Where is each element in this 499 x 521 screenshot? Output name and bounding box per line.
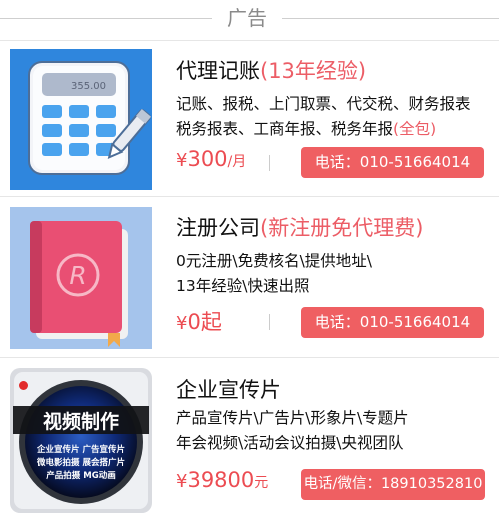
ad-price: ¥0起 xyxy=(176,310,222,334)
section-title: 广告 xyxy=(227,6,267,30)
ad-card-corporate-video[interactable]: 视频制作 企业宣传片 广告宣传片 微电影拍摄 展会搭广片 产品拍摄 MG动画 企… xyxy=(0,357,499,521)
video-production-icon[interactable]: 视频制作 企业宣传片 广告宣传片 微电影拍摄 展会搭广片 产品拍摄 MG动画 xyxy=(10,368,152,513)
call-wechat-button[interactable]: 电话/微信：18910352810 xyxy=(301,469,485,500)
ad-description-line-1: 记账、报税、上门取票、代交税、财务报表 xyxy=(176,95,471,113)
thumb-row-2: 微电影拍摄 展会搭广片 xyxy=(36,457,125,468)
call-button[interactable]: 电话：010-51664014 xyxy=(301,147,484,178)
thumb-row-1: 企业宣传片 广告宣传片 xyxy=(36,444,125,455)
ad-description-line-2: 年会视频\活动会议拍摄\央视团队 xyxy=(176,434,404,452)
header-divider-right xyxy=(282,18,499,19)
header-divider-left xyxy=(0,18,212,19)
thumb-title: 视频制作 xyxy=(43,410,119,433)
ad-title[interactable]: 代理记账(13年经验) xyxy=(176,57,366,85)
ad-description-line-1: 产品宣传片\广告片\形象片\专题片 xyxy=(176,409,409,427)
price-divider xyxy=(269,314,270,330)
thumb-row-3: 产品拍摄 MG动画 xyxy=(46,470,115,481)
ad-description-line-2: 13年经验\快速出照 xyxy=(176,277,310,295)
ad-description-line-1: 0元注册\免费核名\提供地址\ xyxy=(176,252,373,270)
registered-book-icon[interactable]: R xyxy=(10,207,152,349)
ad-description-line-2: 税务报表、工商年报、税务年报(全包) xyxy=(176,120,437,138)
ad-section-header: 广告 xyxy=(0,0,499,36)
ad-card-bookkeeping[interactable]: 355.00 代理记账(13年经验) 记账、报税、上门取票、代交税、财务报表 税… xyxy=(0,40,499,195)
calculator-display: 355.00 xyxy=(71,81,106,92)
call-button[interactable]: 电话：010-51664014 xyxy=(301,307,484,338)
svg-text:R: R xyxy=(69,261,86,290)
price-divider xyxy=(269,155,270,171)
ad-title[interactable]: 注册公司(新注册免代理费) xyxy=(176,214,423,242)
ad-card-company-registration[interactable]: R 注册公司(新注册免代理费) 0元注册\免费核名\提供地址\ 13年经验\快速… xyxy=(0,196,499,356)
ad-title[interactable]: 企业宣传片 xyxy=(176,376,281,404)
calculator-icon[interactable]: 355.00 xyxy=(10,49,152,190)
ad-price: ¥300/月 xyxy=(176,147,247,171)
record-dot-icon xyxy=(19,381,28,390)
ad-price: ¥39800元 xyxy=(176,468,269,492)
